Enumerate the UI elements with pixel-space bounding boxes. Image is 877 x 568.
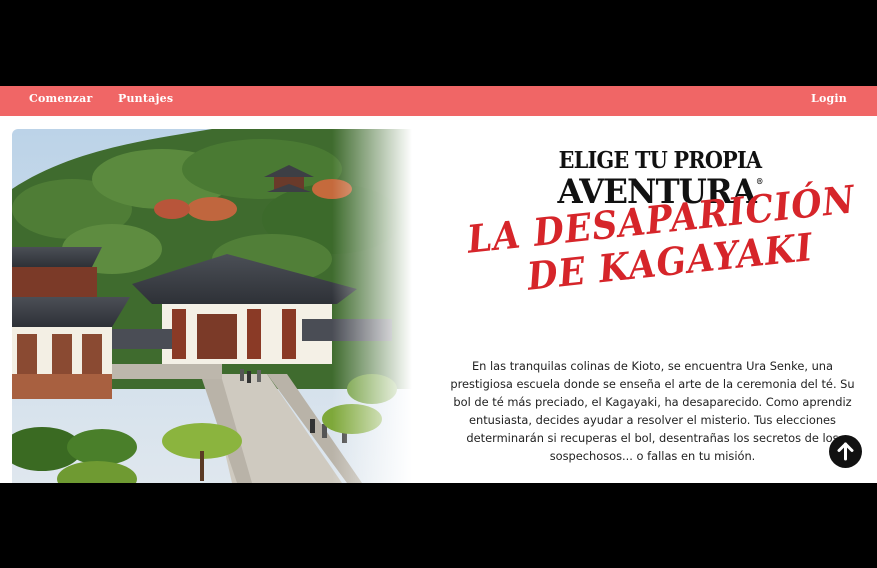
registered-mark: ® bbox=[755, 176, 764, 186]
nav-comenzar[interactable]: Comenzar bbox=[29, 92, 93, 105]
navbar: Comenzar Puntajes Login bbox=[0, 86, 877, 116]
intro-text: En las tranquilas colinas de Kioto, se e… bbox=[450, 359, 855, 464]
nav-login[interactable]: Login bbox=[811, 92, 847, 105]
arrow-up-icon bbox=[837, 442, 854, 461]
nav-puntajes[interactable]: Puntajes bbox=[118, 92, 173, 105]
hero-image bbox=[12, 129, 412, 483]
title-elige: ELIGE TU PROPIA bbox=[558, 147, 762, 174]
scroll-to-top-button[interactable] bbox=[829, 435, 862, 468]
page: Comenzar Puntajes Login ELIGE TU PROPIA … bbox=[0, 86, 877, 483]
